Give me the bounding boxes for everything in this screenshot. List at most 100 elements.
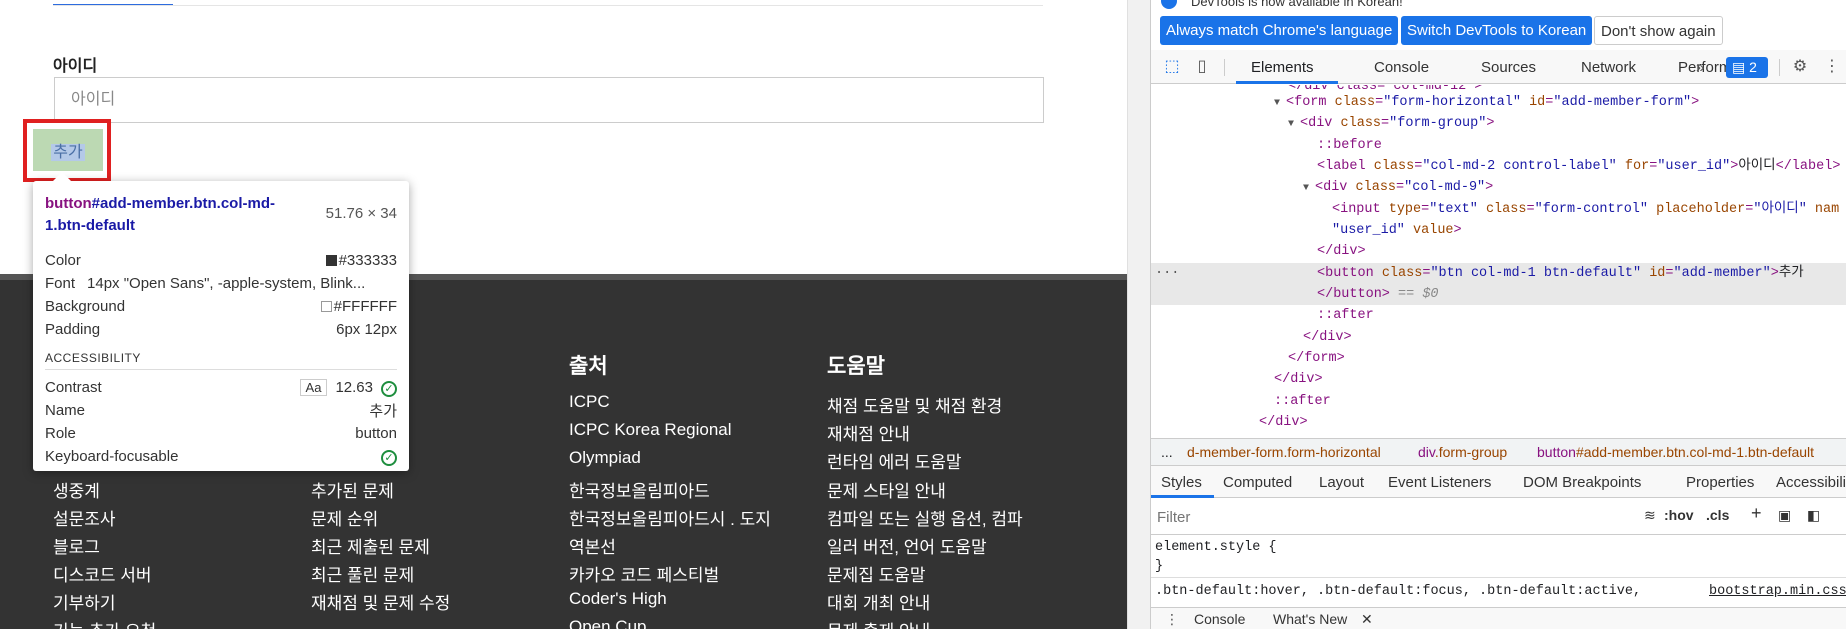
footer-link[interactable]: 문제집 도움말 xyxy=(827,561,926,586)
footer-link[interactable]: 한국정보올림피아드 xyxy=(569,477,710,502)
gear-icon[interactable]: ⚙ xyxy=(1791,58,1809,76)
dom-line-form-group[interactable]: ▼ <div class="form-group"> xyxy=(1151,113,1846,134)
rule-selector[interactable]: .btn-default:hover, .btn-default:focus, … xyxy=(1155,584,1641,599)
drawer-tab-whats-new[interactable]: What's New xyxy=(1273,611,1347,627)
footer-link[interactable]: 대회 개최 안내 xyxy=(827,589,930,614)
footer-link[interactable]: 문제 스타일 안내 xyxy=(827,477,946,502)
dom-line-close-form[interactable]: </form> xyxy=(1151,348,1846,369)
banner-text: DevTools is now available in Korean! xyxy=(1191,0,1403,9)
rule-source-link[interactable]: bootstrap.min.css xyxy=(1709,584,1846,599)
tab-sources[interactable]: Sources xyxy=(1481,59,1536,76)
tab-event-listeners[interactable]: Event Listeners xyxy=(1388,474,1491,491)
dom-line-label[interactable]: <label class="col-md-2 control-label" fo… xyxy=(1151,156,1846,177)
user-id-label: 아이디 xyxy=(53,58,98,75)
footer-link[interactable]: 문제 출제 안내 xyxy=(827,617,930,629)
footer-link[interactable]: ICPC xyxy=(569,392,610,412)
page-scrollbar[interactable] xyxy=(1127,0,1150,629)
footer-link[interactable]: ICPC Korea Regional xyxy=(569,420,732,440)
close-icon[interactable]: ✕ xyxy=(1361,611,1373,628)
user-id-input[interactable] xyxy=(54,77,1044,123)
dom-line-close-div[interactable]: </div> xyxy=(1151,241,1846,262)
dom-line-after[interactable]: ::after xyxy=(1151,305,1846,326)
element-style-selector[interactable]: element.style { xyxy=(1155,540,1277,555)
footer-link[interactable]: 생중계 xyxy=(53,477,100,502)
tab-properties[interactable]: Properties xyxy=(1686,474,1754,491)
dom-line-form[interactable]: ▼ <form class="form-horizontal" id="add-m… xyxy=(1151,92,1846,113)
drawer-tab-console[interactable]: Console xyxy=(1194,611,1245,627)
computed-styles-icon[interactable]: ▣ xyxy=(1778,507,1791,524)
breadcrumb-overflow[interactable]: ... xyxy=(1161,439,1173,465)
dom-line-button-close[interactable]: </button> == $0 xyxy=(1151,284,1846,305)
active-tab-indicator xyxy=(1151,495,1214,498)
hov-button[interactable]: :hov xyxy=(1664,507,1694,523)
cls-button[interactable]: .cls xyxy=(1706,507,1729,523)
dom-line-input[interactable]: <input type="text" class="form-control" … xyxy=(1151,199,1846,220)
tab-network[interactable]: Network xyxy=(1581,59,1636,76)
footer-link[interactable]: 역본선 xyxy=(569,533,616,558)
tab-accessibility[interactable]: Accessibility xyxy=(1776,474,1846,491)
dom-line-close-div[interactable]: </div> xyxy=(1151,327,1846,348)
tab-console[interactable]: Console xyxy=(1374,59,1429,76)
footer-link[interactable]: 런타임 에러 도움말 xyxy=(827,448,962,473)
more-icon[interactable]: ··· xyxy=(1155,263,1179,284)
dom-line-close-div[interactable]: </div> xyxy=(1151,412,1846,433)
footer-link[interactable]: 기능 추가 요청 xyxy=(53,617,156,629)
footer-link[interactable]: 문제 순위 xyxy=(311,505,378,530)
footer-link[interactable]: 블로그 xyxy=(53,533,100,558)
issues-badge[interactable]: ▤ 2 xyxy=(1726,57,1768,78)
footer-link[interactable]: Open Cup xyxy=(569,617,647,629)
more-tabs-chevron-icon[interactable]: » xyxy=(1696,59,1704,76)
toolbar-separator xyxy=(1224,59,1225,76)
breadcrumb-item[interactable]: div.form-group xyxy=(1418,439,1507,465)
tooltip-font-row: Font 14px "Open Sans", -apple-system, Bl… xyxy=(45,275,366,292)
toggle-element-state-icon[interactable]: ≋ xyxy=(1644,507,1656,524)
footer-link[interactable]: 재채점 안내 xyxy=(827,420,910,445)
footer-link[interactable]: 최근 제출된 문제 xyxy=(311,533,430,558)
dom-line-close-div[interactable]: </div> xyxy=(1151,369,1846,390)
expand-triangle-icon: ▼ xyxy=(1303,183,1310,194)
sidebar-toggle-icon[interactable]: ◧ xyxy=(1807,507,1820,524)
footer-link[interactable]: 기부하기 xyxy=(53,589,116,614)
footer-link[interactable]: 카카오 코드 페스티벌 xyxy=(569,561,719,586)
footer-link[interactable]: 일러 버전, 언어 도움말 xyxy=(827,533,987,558)
breadcrumb-item[interactable]: d-member-form.form-horizontal xyxy=(1187,439,1381,465)
footer-link[interactable]: 최근 풀린 문제 xyxy=(311,561,414,586)
tab-computed[interactable]: Computed xyxy=(1223,474,1292,491)
dont-show-again-button[interactable]: Don't show again xyxy=(1594,16,1723,45)
drawer-menu-icon[interactable]: ⋮ xyxy=(1165,611,1179,628)
add-rule-icon[interactable]: + xyxy=(1751,503,1762,524)
tab-dom-breakpoints[interactable]: DOM Breakpoints xyxy=(1523,474,1641,491)
tab-styles[interactable]: Styles xyxy=(1161,474,1202,491)
btn-default-rule: .btn-default:hover, .btn-default:focus, … xyxy=(1151,577,1846,607)
switch-korean-button[interactable]: Switch DevTools to Korean xyxy=(1401,16,1593,45)
footer-link[interactable]: 디스코드 서버 xyxy=(53,561,152,586)
add-member-button[interactable]: 추가 xyxy=(33,129,103,171)
contrast-aa-icon: Aa xyxy=(299,378,328,396)
styles-filter-input[interactable] xyxy=(1157,505,1627,529)
add-member-button-label: 추가 xyxy=(51,144,85,161)
expand-triangle-icon: ▼ xyxy=(1288,119,1295,130)
footer-link[interactable]: Coder's High xyxy=(569,589,667,609)
footer-link[interactable]: 컴파일 또는 실행 옵션, 컴파 xyxy=(827,505,1023,530)
footer-link[interactable]: 채점 도움말 및 채점 환경 xyxy=(827,392,1002,417)
breadcrumb-item[interactable]: button#add-member.btn.col-md-1.btn-defau… xyxy=(1537,439,1814,465)
tab-layout[interactable]: Layout xyxy=(1319,474,1364,491)
tab-divider xyxy=(53,5,1043,6)
inspect-element-icon[interactable]: ⬚ xyxy=(1163,58,1181,76)
tab-elements[interactable]: Elements xyxy=(1251,59,1314,76)
footer-link[interactable]: 재채점 및 문제 수정 xyxy=(311,589,450,614)
footer-link[interactable]: 추가된 문제 xyxy=(311,477,394,502)
dom-line-after[interactable]: ::after xyxy=(1151,391,1846,412)
footer-link[interactable]: 한국정보올림피아드시 . 도지 xyxy=(569,505,771,530)
dom-line-input-cont[interactable]: "user_id" value> xyxy=(1151,220,1846,241)
footer-link[interactable]: Olympiad xyxy=(569,448,641,468)
dom-line-before[interactable]: ::before xyxy=(1151,135,1846,156)
more-options-icon[interactable]: ⋮ xyxy=(1823,58,1841,76)
footer-link[interactable]: 설문조사 xyxy=(53,505,116,530)
dom-line-button-selected[interactable]: ··· <button class="btn col-md-1 btn-defau… xyxy=(1151,263,1846,284)
breadcrumb: ... d-member-form.form-horizontal div.fo… xyxy=(1151,438,1846,466)
match-language-button[interactable]: Always match Chrome's language xyxy=(1160,16,1399,45)
dom-line-col-md-9[interactable]: ▼ <div class="col-md-9"> xyxy=(1151,177,1846,198)
tooltip-name-row: Name 추가 xyxy=(45,402,397,420)
device-toolbar-icon[interactable]: ▯ xyxy=(1193,58,1211,76)
